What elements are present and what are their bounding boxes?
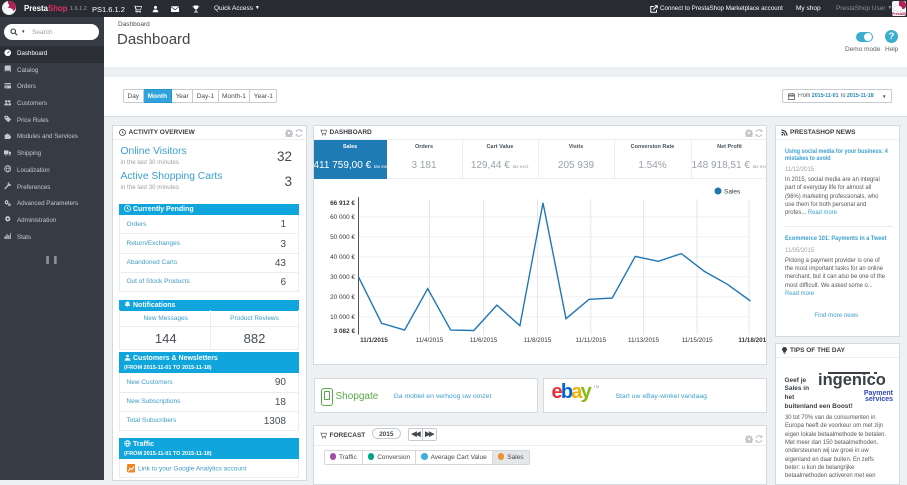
svg-text:20 000 €: 20 000 € (330, 294, 355, 301)
svg-text:11/1/2015: 11/1/2015 (360, 337, 388, 344)
svg-text:11/15/2015: 11/15/2015 (681, 337, 713, 344)
svg-text:11/6/2015: 11/6/2015 (469, 337, 497, 344)
svg-text:Sales: Sales (724, 189, 741, 196)
svg-text:30 000 €: 30 000 € (330, 274, 355, 281)
svg-text:11/13/2015: 11/13/2015 (627, 337, 659, 344)
svg-text:11/11/2015: 11/11/2015 (575, 337, 606, 344)
svg-text:50 000 €: 50 000 € (330, 234, 355, 241)
svg-text:11/18/2015: 11/18/2015 (738, 337, 766, 344)
svg-text:11/8/2015: 11/8/2015 (523, 337, 551, 344)
svg-text:60 000 €: 60 000 € (330, 214, 355, 221)
svg-text:10 000 €: 10 000 € (330, 314, 355, 321)
svg-text:3 082 €: 3 082 € (333, 328, 355, 335)
svg-text:11/4/2015: 11/4/2015 (415, 337, 443, 344)
svg-text:66 912 €: 66 912 € (330, 200, 355, 207)
svg-text:40 000 €: 40 000 € (330, 254, 355, 261)
